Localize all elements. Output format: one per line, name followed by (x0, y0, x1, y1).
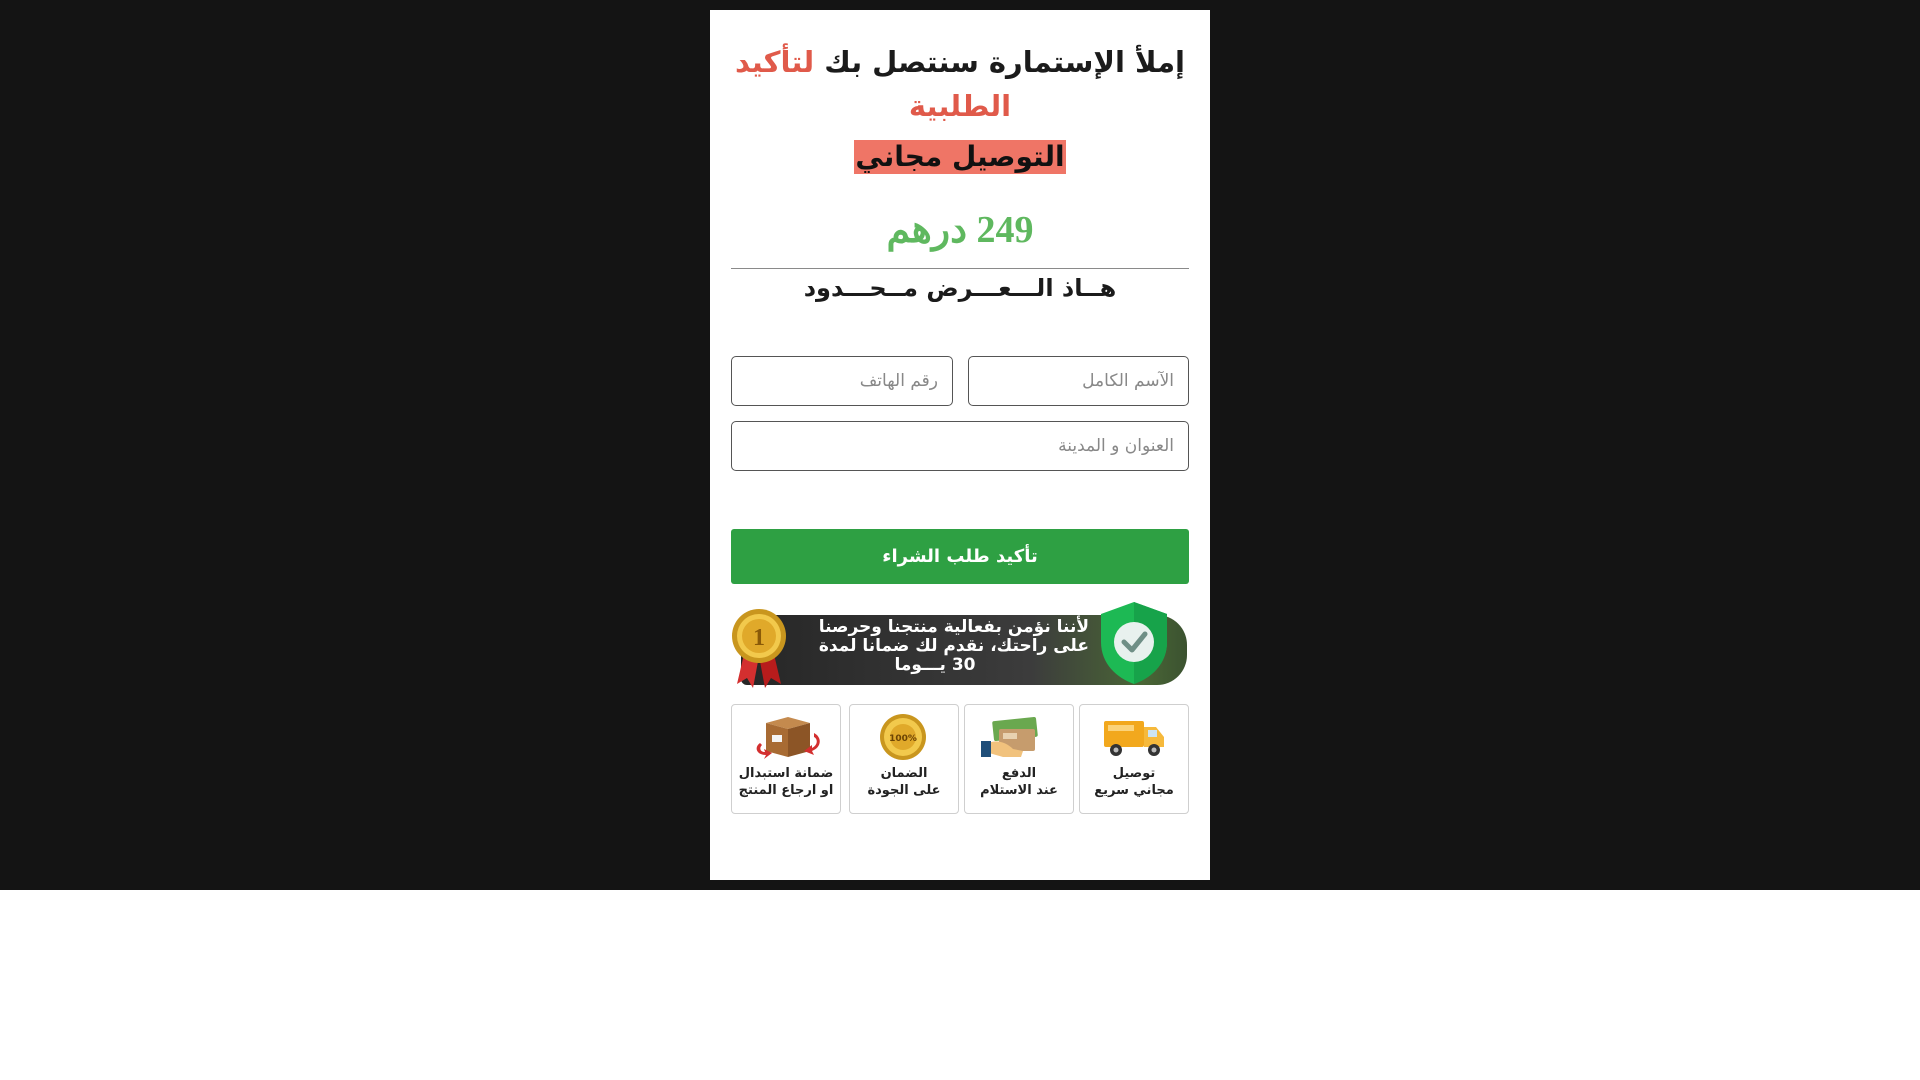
order-form-card: إملأ الإستمارة سنتصل بك لتأكيد الطلبية ا… (710, 10, 1210, 880)
guarantee-banner: لأننا نؤمن بفعالية منتجنا وحرصنا على راح… (731, 600, 1189, 690)
feature-return-exchange-label: ضمانة استبدال او ارجاع المنتج (738, 766, 834, 798)
feature-quality-guarantee-label: الضمان على الجودة (867, 766, 941, 798)
svg-text:1: 1 (753, 625, 765, 651)
form-headline: إملأ الإستمارة سنتصل بك لتأكيد الطلبية (730, 40, 1190, 128)
phone-input[interactable] (731, 356, 953, 406)
headline-main-text: إملأ الإستمارة سنتصل بك (814, 45, 1185, 79)
free-delivery-banner: التوصيل مجاني (710, 140, 1210, 174)
cash-on-delivery-icon (981, 716, 1038, 757)
feature-free-delivery: توصيل مجاني سريع (1079, 704, 1189, 814)
guarantee-line-3: 30 يـــوما (894, 655, 976, 675)
guarantee-text: لأننا نؤمن بفعالية منتجنا وحرصنا على راح… (781, 618, 1089, 675)
feature-cash-on-delivery-label: الدفع عند الاستلام (980, 766, 1058, 798)
limited-offer-text: هــاذ الـــعـــرض مــحـــدود (803, 274, 1117, 302)
full-name-input[interactable] (968, 356, 1189, 406)
svg-text:100%: 100% (889, 734, 917, 744)
features-row: توصيل مجاني سريع الدفع عند الاستلام 100%… (731, 704, 1189, 814)
feature-cash-on-delivery: الدفع عند الاستلام (964, 704, 1074, 814)
shield-check-icon (1101, 602, 1167, 684)
feature-quality-guarantee: 100% الضمان على الجودة (849, 704, 959, 814)
feature-return-exchange: ضمانة استبدال او ارجاع المنتج (731, 704, 841, 814)
address-city-input[interactable] (731, 421, 1189, 471)
gold-medal-icon: 1 (732, 609, 786, 688)
satisfaction-guarantee-badge-icon: 100% (880, 714, 926, 760)
free-delivery-label: التوصيل مجاني (854, 140, 1066, 174)
guarantee-line-2: على راحتك، نقدم لك ضمانا لمدة (818, 636, 1089, 656)
guarantee-line-1: لأننا نؤمن بفعالية منتجنا وحرصنا (818, 617, 1089, 637)
delivery-truck-icon (1104, 721, 1164, 756)
price-label: 249 درهم (886, 209, 1034, 251)
confirm-order-button[interactable]: تأكيد طلب الشراء (731, 529, 1189, 584)
return-box-icon (756, 717, 820, 759)
feature-free-delivery-label: توصيل مجاني سريع (1094, 766, 1174, 798)
